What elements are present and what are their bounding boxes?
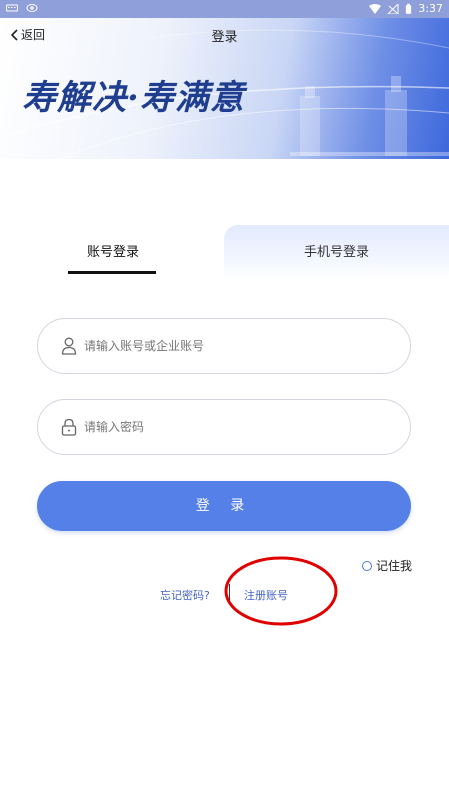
slogan-logo: 寿解决·寿满意 (22, 78, 245, 118)
login-tabs: 账号登录 手机号登录 (0, 225, 449, 278)
active-tab-indicator (68, 271, 156, 274)
radio-icon (362, 560, 372, 571)
tab-account-login[interactable]: 账号登录 (87, 241, 139, 260)
remember-me-label: 记住我 (376, 559, 413, 573)
password-input[interactable] (84, 417, 384, 437)
keyboard-icon (6, 4, 18, 12)
account-input[interactable] (84, 336, 384, 356)
user-icon (61, 337, 77, 355)
wifi-icon (369, 4, 382, 14)
signal-icon (387, 4, 399, 14)
tab-phone-login[interactable]: 手机号登录 (304, 241, 369, 260)
annotation-circle (224, 556, 338, 626)
status-time: 3:37 (418, 2, 443, 15)
battery-icon (406, 3, 412, 14)
password-field[interactable] (37, 399, 411, 455)
header-banner: 返回 登录 寿解决·寿满意 (0, 18, 449, 159)
login-button[interactable]: 登 录 (37, 481, 411, 531)
account-field[interactable] (37, 318, 411, 374)
remember-me-toggle[interactable]: 记住我 (362, 557, 412, 574)
page-title: 登录 (211, 30, 238, 45)
eye-icon (26, 4, 38, 12)
city-towers-illustration (290, 76, 449, 156)
lock-icon (61, 418, 77, 436)
forgot-password-link[interactable]: 忘记密码? (160, 587, 210, 603)
status-bar: 3:37 (0, 0, 449, 18)
